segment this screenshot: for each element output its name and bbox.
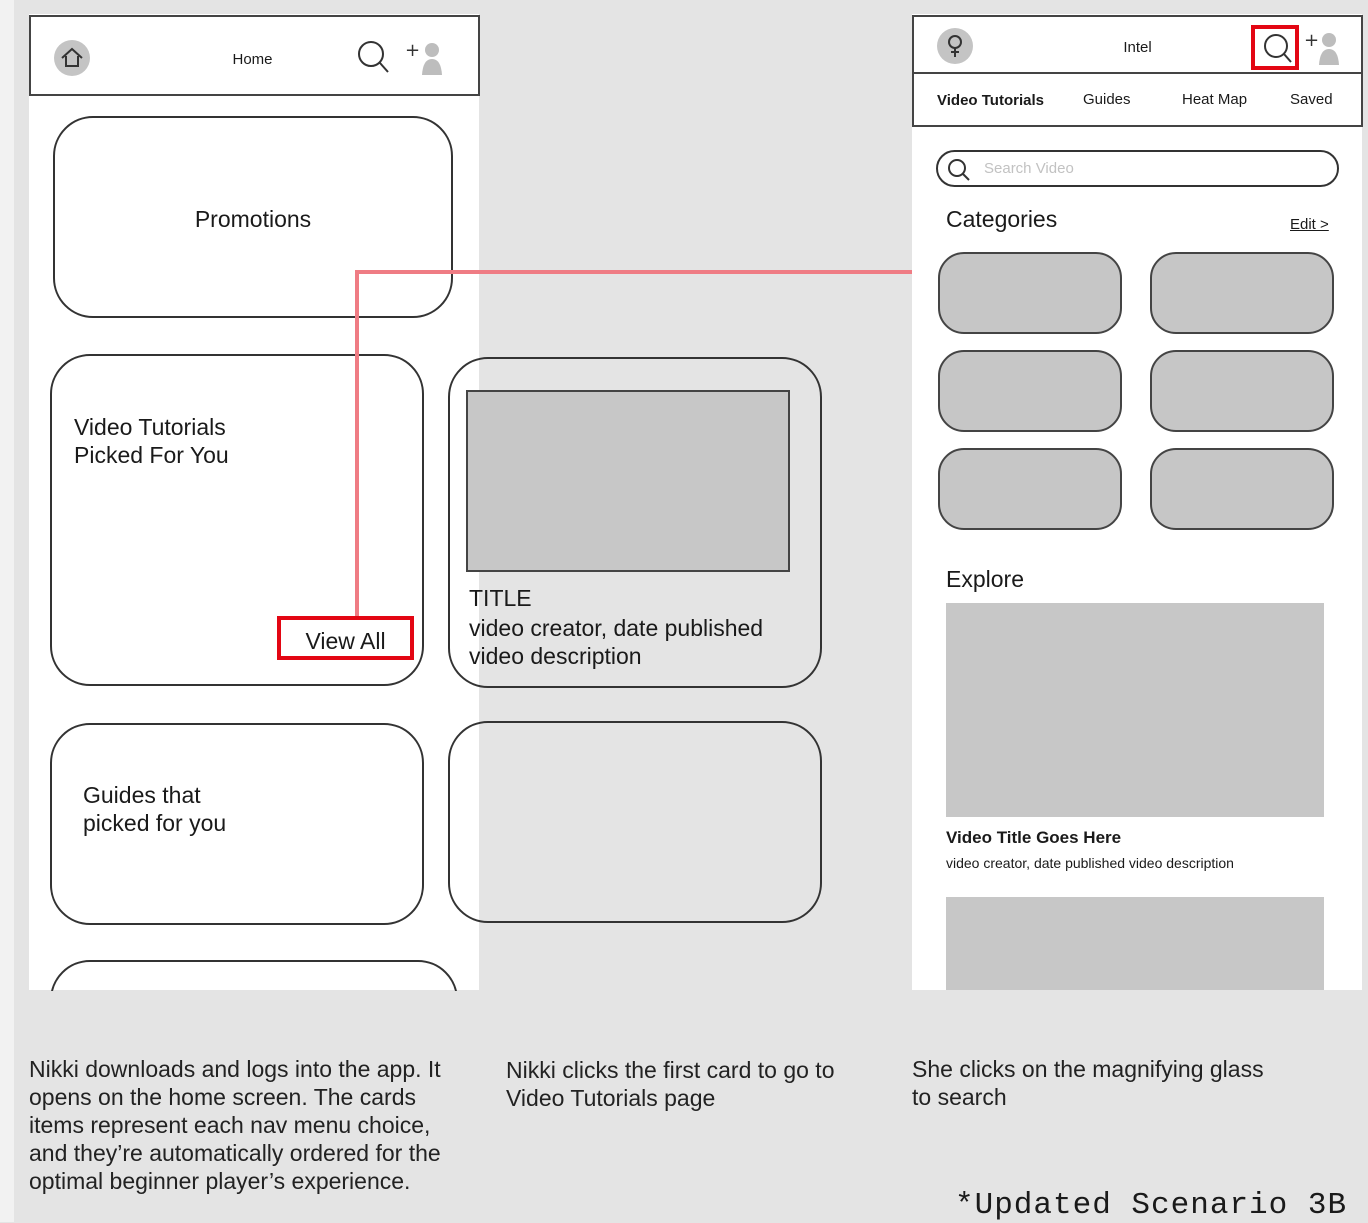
view-all-button[interactable]: View All bbox=[277, 616, 414, 660]
categories-heading: Categories bbox=[946, 206, 1058, 232]
explore-video-meta: video creator, date published video desc… bbox=[946, 855, 1234, 871]
category-tile[interactable] bbox=[1150, 350, 1334, 432]
tab-video-tutorials[interactable]: Video Tutorials bbox=[937, 92, 1044, 109]
edit-categories-link[interactable]: Edit > bbox=[1290, 216, 1329, 233]
caption-step-3: She clicks on the magnifying glass to se… bbox=[912, 1056, 1264, 1110]
explore-heading: Explore bbox=[946, 566, 1024, 592]
explore-video-thumbnail-next[interactable] bbox=[946, 897, 1324, 990]
tab-saved[interactable]: Saved bbox=[1290, 91, 1333, 108]
search-placeholder: Search Video bbox=[984, 160, 1074, 177]
footnote: *Updated Scenario 3B bbox=[955, 1188, 1348, 1223]
category-tile[interactable] bbox=[938, 350, 1122, 432]
search-bar[interactable]: Search Video bbox=[936, 150, 1339, 187]
search-icon-highlighted[interactable] bbox=[1251, 25, 1299, 70]
category-tile[interactable] bbox=[1150, 252, 1334, 334]
caption-step-1: Nikki downloads and logs into the app. I… bbox=[29, 1056, 441, 1194]
caption-step-2: Nikki clicks the first card to go to Vid… bbox=[506, 1057, 835, 1111]
search-bar-icon bbox=[946, 157, 972, 183]
tab-guides[interactable]: Guides bbox=[1083, 91, 1131, 108]
explore-video-title[interactable]: Video Title Goes Here bbox=[946, 828, 1121, 848]
explore-video-thumbnail[interactable] bbox=[946, 603, 1324, 817]
header-divider bbox=[914, 72, 1361, 74]
category-tile[interactable] bbox=[1150, 448, 1334, 530]
video-header-bar: Intel + Video Tutorials Guides Heat Map … bbox=[912, 15, 1363, 127]
tab-heat-map[interactable]: Heat Map bbox=[1182, 91, 1247, 108]
category-tile[interactable] bbox=[938, 448, 1122, 530]
view-all-label: View All bbox=[305, 628, 386, 654]
svg-text:+: + bbox=[1304, 30, 1319, 51]
add-friend-icon[interactable]: + bbox=[1304, 29, 1344, 67]
category-tile[interactable] bbox=[938, 252, 1122, 334]
